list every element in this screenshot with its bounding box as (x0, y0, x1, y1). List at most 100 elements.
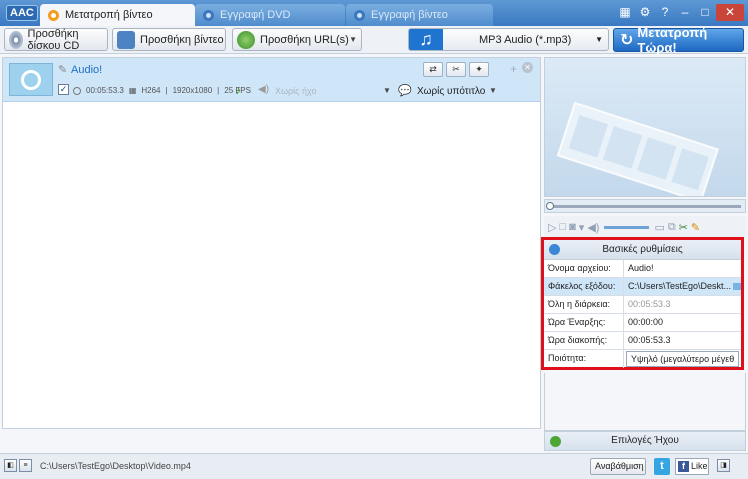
seek-track (549, 205, 741, 208)
separator: | (165, 86, 168, 95)
film-icon (117, 30, 135, 49)
toolbar: Προσθήκη δίσκου CD Προσθήκη βίντεο Προσθ… (0, 25, 748, 55)
tab-record-video[interactable]: Εγγραφή βίντεο (346, 4, 493, 26)
volume-icon[interactable]: ◀) (587, 221, 599, 234)
playback-controls: ▷ □ ◙ ▾ ◀) ▭ ⧉ ✂ ✎ (544, 216, 746, 238)
film-reel-icon (21, 70, 41, 90)
panel-left-icon[interactable]: ◧ (4, 459, 17, 472)
output-format-select[interactable]: ♫ MP3 Audio (*.mp3) ▼ (408, 28, 609, 51)
layout-toggles: ◧ ≡ (4, 459, 32, 472)
setting-value[interactable]: Audio! (624, 260, 741, 277)
setting-value[interactable]: 00:05:53.3 (624, 332, 741, 349)
settings-header[interactable]: Βασικές ρυθμίσεις (544, 240, 741, 260)
file-duration: 00:05:53.3 (86, 86, 124, 95)
convert-settings-icon[interactable]: ⇄ (423, 62, 443, 77)
add-cd-label: Προσθήκη δίσκου CD (27, 27, 80, 52)
file-name[interactable]: Audio! (71, 64, 102, 76)
scissors-icon[interactable]: ✂ (446, 62, 466, 77)
crop-icon[interactable]: ⧉ (668, 221, 676, 234)
seek-bar[interactable] (544, 199, 746, 213)
help-icon[interactable]: ? (656, 4, 674, 21)
film-strip-icon (556, 101, 719, 196)
chevron-down-icon[interactable]: ▼ (383, 86, 391, 95)
pencil-icon[interactable]: ✎ (58, 63, 67, 76)
facebook-like-button[interactable]: f Like (675, 458, 709, 475)
panel-list-icon[interactable]: ≡ (19, 459, 32, 472)
setting-key: Όνομα αρχείου: (544, 260, 624, 277)
subtitle-icon: 💬 (398, 85, 412, 97)
output-format-value: MP3 Audio (*.mp3) (479, 34, 572, 46)
settings-row-stop-time[interactable]: Ώρα διακοπής: 00:05:53.3 (544, 332, 741, 350)
stop-icon[interactable]: □ (559, 221, 566, 233)
audio-options-header[interactable]: Επιλογές Ήχου (544, 431, 746, 451)
file-list-item[interactable]: ✎ Audio! ✓ 00:05:53.3 ▦ H264 | 1920x1080… (3, 58, 540, 102)
add-icon[interactable]: + (510, 62, 517, 76)
setting-key: Ποιότητα: (544, 350, 624, 368)
close-icon[interactable]: ✕ (716, 4, 744, 21)
upgrade-label: Αναβάθμιση (595, 461, 644, 471)
folder-icon[interactable] (733, 283, 741, 291)
music-note-icon: ♫ (409, 29, 443, 50)
scissors-icon[interactable]: ✂ (679, 221, 688, 234)
settings-icon (549, 244, 560, 255)
volume-slider[interactable] (604, 225, 650, 229)
current-file-path: C:\Users\TestEgo\Desktop\Video.mp4 (40, 461, 191, 471)
convert-video-icon (48, 9, 59, 21)
chevron-down-icon[interactable]: ▼ (489, 86, 497, 95)
audio-options-icon (550, 436, 561, 447)
play-icon[interactable]: ▷ (548, 221, 556, 234)
setting-value[interactable]: 00:00:00 (624, 314, 741, 331)
subtitle-select[interactable]: Χωρίς υπότιτλο (417, 86, 485, 97)
basic-settings-panel: Βασικές ρυθμίσεις Όνομα αρχείου: Audio! … (541, 237, 744, 370)
tab-burn-dvd[interactable]: Εγγραφή DVD (195, 4, 345, 26)
settings-row-start-time[interactable]: Ώρα Έναρξης: 00:00:00 (544, 314, 741, 332)
setting-key: Ώρα διακοπής: (544, 332, 624, 349)
video-preview (544, 57, 746, 197)
upgrade-button[interactable]: Αναβάθμιση (590, 458, 646, 475)
seek-handle[interactable] (546, 202, 554, 210)
effects-icon[interactable]: ✦ (469, 62, 489, 77)
gear-icon[interactable]: ⚙ (636, 4, 654, 21)
setting-key: Ώρα Έναρξης: (544, 314, 624, 331)
convert-now-button[interactable]: ↻ Μετατροπή Τώρα! (613, 25, 744, 55)
dvd-icon (203, 9, 214, 21)
setting-key: Φάκελος εξόδου: (544, 278, 624, 295)
register-icon[interactable]: ▦ (616, 4, 634, 21)
chevron-down-icon[interactable]: ▾ (579, 221, 585, 234)
chevron-down-icon: ▼ (595, 35, 603, 44)
tab-label: Εγγραφή DVD (220, 9, 291, 21)
setting-value: 00:05:53.3 (628, 299, 671, 309)
file-list[interactable]: ✎ Audio! ✓ 00:05:53.3 ▦ H264 | 1920x1080… (2, 57, 541, 429)
status-bar: ◧ ≡ C:\Users\TestEgo\Desktop\Video.mp4 Α… (0, 453, 748, 479)
add-video-button[interactable]: Προσθήκη βίντεο (112, 28, 226, 51)
twitter-icon[interactable]: t (654, 458, 670, 475)
setting-value[interactable]: C:\Users\TestEgo\Deskt... (624, 278, 741, 295)
minimize-icon[interactable]: – (676, 4, 694, 21)
title-bar: AAC Μετατροπή βίντεο Εγγραφή DVD Εγγραφή… (0, 0, 748, 26)
add-url-button[interactable]: Προσθήκη URL(s) ▼ (232, 28, 362, 51)
maximize-icon[interactable]: □ (696, 4, 714, 21)
settings-row-output-folder[interactable]: Φάκελος εξόδου: C:\Users\TestEgo\Deskt..… (544, 278, 741, 296)
settings-row-quality[interactable]: Ποιότητα: Υψηλό (μεγαλύτερο μέγεθ (544, 350, 741, 368)
clock-icon (73, 86, 81, 95)
settings-row-filename[interactable]: Όνομα αρχείου: Audio! (544, 260, 741, 278)
audio-track-select[interactable]: Χωρίς ήχο (275, 86, 316, 96)
separator: | (217, 86, 220, 95)
quality-select[interactable]: Υψηλό (μεγαλύτερο μέγεθ (626, 351, 739, 367)
chevron-down-icon[interactable]: ▼ (349, 35, 357, 44)
audio-options-label: Επιλογές Ήχου (611, 435, 679, 446)
add-video-label: Προσθήκη βίντεο (140, 33, 224, 46)
folder-icon[interactable]: ▭ (654, 221, 664, 234)
tab-convert-video[interactable]: Μετατροπή βίντεο (40, 4, 195, 26)
video-thumbnail (9, 63, 53, 96)
window-controls: ▦ ⚙ ? – □ ✕ (616, 4, 744, 21)
panel-right-icon[interactable]: ◨ (717, 459, 730, 472)
magic-wand-icon[interactable]: ✎ (691, 221, 700, 234)
convert-label: Μετατροπή Τώρα! (637, 25, 708, 55)
settings-empty-area (544, 373, 746, 431)
add-cd-button[interactable]: Προσθήκη δίσκου CD (4, 27, 108, 52)
camera-icon[interactable]: ◙ (569, 221, 576, 233)
file-checkbox[interactable]: ✓ (58, 84, 69, 95)
app-window: AAC Μετατροπή βίντεο Εγγραφή DVD Εγγραφή… (0, 0, 748, 479)
remove-icon[interactable]: ✕ (522, 62, 533, 73)
